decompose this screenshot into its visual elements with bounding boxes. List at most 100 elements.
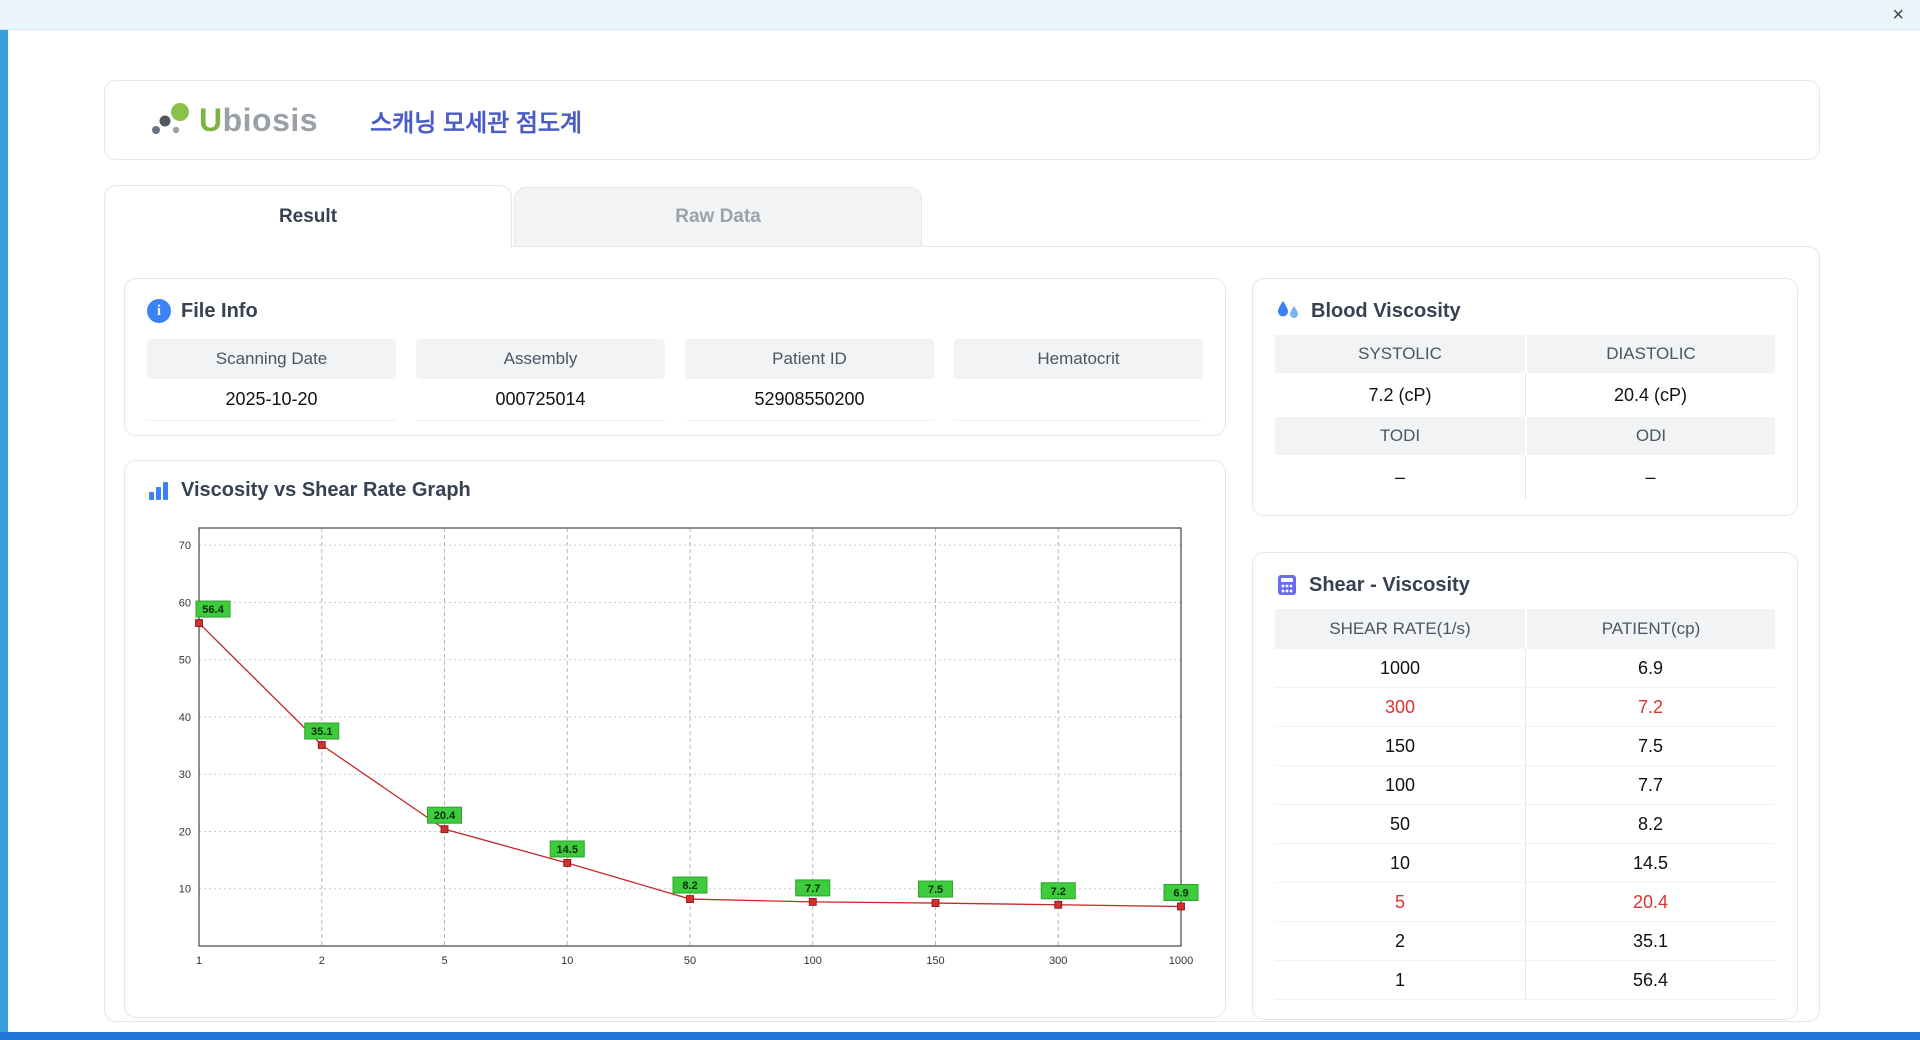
svg-text:40: 40 xyxy=(179,712,191,724)
ubiosis-logo-icon xyxy=(147,99,193,141)
close-icon[interactable]: × xyxy=(1892,2,1904,28)
bar-chart-icon xyxy=(147,480,171,502)
app-title: 스캐닝 모세관 점도계 xyxy=(370,109,583,137)
field-value xyxy=(954,379,1203,421)
bv-value-diastolic: 20.4 (cP) xyxy=(1525,373,1775,417)
file-info-field: Assembly 000725014 xyxy=(416,339,665,421)
bv-header-todi: TODI xyxy=(1275,417,1525,455)
shear-table-row: 150 7.5 xyxy=(1275,727,1775,766)
shear-rate-cell: 5 xyxy=(1394,891,1405,912)
patient-cell: 8.2 xyxy=(1525,805,1775,843)
svg-text:2: 2 xyxy=(319,955,325,967)
blood-viscosity-card: Blood Viscosity SYSTOLIC DIASTOLIC 7.2 (… xyxy=(1252,278,1798,516)
patient-cell: 7.2 xyxy=(1525,688,1775,726)
svg-text:50: 50 xyxy=(179,655,191,667)
svg-text:14.5: 14.5 xyxy=(557,844,578,856)
tab-result[interactable]: Result xyxy=(104,185,512,248)
patient-cell: 20.4 xyxy=(1525,883,1775,921)
shear-table-row: 5 20.4 xyxy=(1275,883,1775,922)
field-label: Patient ID xyxy=(685,339,934,379)
svg-text:10: 10 xyxy=(561,955,573,967)
svg-text:6.9: 6.9 xyxy=(1173,887,1188,899)
svg-text:8.2: 8.2 xyxy=(682,880,697,892)
shear-rate-cell: 150 xyxy=(1384,735,1416,756)
svg-text:30: 30 xyxy=(179,769,191,781)
patient-column-header: PATIENT(cp) xyxy=(1525,609,1775,649)
shear-rate-cell: 10 xyxy=(1389,852,1411,873)
graph-title: Viscosity vs Shear Rate Graph xyxy=(181,479,471,501)
shear-table-row: 1000 6.9 xyxy=(1275,649,1775,688)
logo-text: Ubiosis xyxy=(199,101,319,138)
svg-text:35.1: 35.1 xyxy=(311,726,332,738)
tab-raw-data[interactable]: Raw Data xyxy=(514,187,922,246)
svg-text:1000: 1000 xyxy=(1169,955,1193,967)
field-label: Assembly xyxy=(416,339,665,379)
shear-viscosity-title: Shear - Viscosity xyxy=(1309,573,1470,596)
svg-text:7.5: 7.5 xyxy=(928,884,943,896)
shear-rate-cell: 100 xyxy=(1384,774,1416,795)
field-value: 000725014 xyxy=(416,379,665,421)
window-left-border xyxy=(0,0,8,1040)
shear-table-body: 1000 6.9 300 7.2 150 7.5 100 7.7 50 8.2 10 14.5 5 20.… xyxy=(1275,649,1775,1000)
shear-rate-cell: 300 xyxy=(1384,696,1416,717)
bv-value-odi: – xyxy=(1525,455,1775,499)
graph-card: Viscosity vs Shear Rate Graph 10 20 30 40 50… xyxy=(124,460,1226,1018)
shear-rate-column-header: SHEAR RATE(1/s) xyxy=(1275,609,1525,649)
svg-text:50: 50 xyxy=(684,955,696,967)
svg-text:150: 150 xyxy=(926,955,944,967)
bv-header-diastolic: DIASTOLIC xyxy=(1525,335,1775,373)
shear-rate-cell: 2 xyxy=(1394,930,1405,951)
bv-value-systolic: 7.2 (cP) xyxy=(1368,384,1432,405)
svg-text:7.7: 7.7 xyxy=(805,883,820,895)
blood-viscosity-table: SYSTOLIC DIASTOLIC 7.2 (cP) 20.4 (cP) TO… xyxy=(1275,335,1775,499)
patient-cell: 6.9 xyxy=(1525,649,1775,687)
svg-text:100: 100 xyxy=(804,955,822,967)
svg-text:70: 70 xyxy=(179,540,191,552)
shear-table-row: 10 14.5 xyxy=(1275,844,1775,883)
shear-table-header: SHEAR RATE(1/s) PATIENT(cp) xyxy=(1275,609,1775,649)
svg-text:300: 300 xyxy=(1049,955,1067,967)
svg-text:20: 20 xyxy=(179,826,191,838)
file-info-field: Patient ID 52908550200 xyxy=(685,339,934,421)
shear-table-row: 1 56.4 xyxy=(1275,961,1775,1000)
file-info-title: File Info xyxy=(181,299,258,322)
bv-value-todi: – xyxy=(1394,466,1405,487)
file-info-card: i File Info Scanning Date 2025-10-20 Assem… xyxy=(124,278,1226,436)
blood-drops-icon xyxy=(1275,299,1301,323)
app-header: Ubiosis 스캐닝 모세관 점도계 xyxy=(104,80,1820,160)
svg-text:20.4: 20.4 xyxy=(434,810,456,822)
file-info-field: Hematocrit xyxy=(954,339,1203,421)
blood-viscosity-title: Blood Viscosity xyxy=(1311,299,1461,322)
file-info-fields: Scanning Date 2025-10-20 Assembly 000725014… xyxy=(147,339,1203,421)
info-icon: i xyxy=(147,299,171,323)
file-info-field: Scanning Date 2025-10-20 xyxy=(147,339,396,421)
field-label: Scanning Date xyxy=(147,339,396,379)
bv-header-odi: ODI xyxy=(1525,417,1775,455)
shear-table-row: 2 35.1 xyxy=(1275,922,1775,961)
shear-viscosity-card: Shear - Viscosity SHEAR RATE(1/s) PATIEN… xyxy=(1252,552,1798,1020)
bv-header-systolic: SYSTOLIC xyxy=(1275,335,1525,373)
patient-cell: 56.4 xyxy=(1525,961,1775,999)
shear-rate-cell: 1 xyxy=(1394,969,1405,990)
shear-table-row: 50 8.2 xyxy=(1275,805,1775,844)
patient-cell: 35.1 xyxy=(1525,922,1775,960)
svg-text:60: 60 xyxy=(179,597,191,609)
window-bottom-border xyxy=(0,1032,1920,1040)
field-label: Hematocrit xyxy=(954,339,1203,379)
patient-cell: 7.5 xyxy=(1525,727,1775,765)
window-titlebar: × xyxy=(0,0,1920,30)
shear-table-row: 100 7.7 xyxy=(1275,766,1775,805)
field-value: 52908550200 xyxy=(685,379,934,421)
svg-text:1: 1 xyxy=(196,955,202,967)
viscosity-chart: 10 20 30 40 50 60 70 1 2 5 10 50 100 150 300 1000 56.4 35… xyxy=(179,527,1199,967)
shear-rate-cell: 50 xyxy=(1389,813,1411,834)
shear-table-row: 300 7.2 xyxy=(1275,688,1775,727)
patient-cell: 7.7 xyxy=(1525,766,1775,804)
ubiosis-logo: Ubiosis xyxy=(147,99,318,141)
patient-cell: 14.5 xyxy=(1525,844,1775,882)
svg-text:7.2: 7.2 xyxy=(1051,886,1066,898)
svg-text:56.4: 56.4 xyxy=(202,604,224,616)
field-value: 2025-10-20 xyxy=(147,379,396,421)
svg-text:10: 10 xyxy=(179,884,191,896)
calculator-icon xyxy=(1275,573,1299,597)
